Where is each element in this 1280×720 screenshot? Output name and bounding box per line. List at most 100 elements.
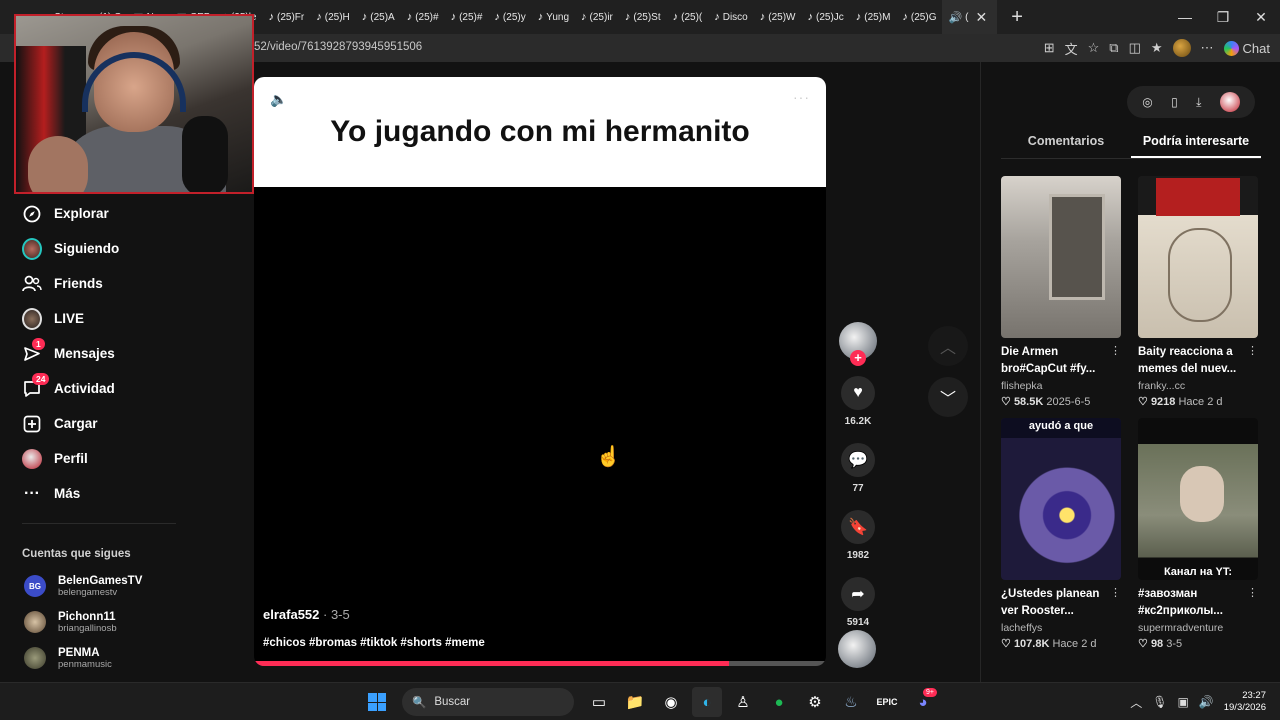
split-screen-icon[interactable]: ◫ (1129, 40, 1141, 56)
sidebar-item-actividad[interactable]: 24 Actividad (0, 371, 200, 406)
browser-tab[interactable]: ♪ (25)H (310, 0, 356, 34)
browser-tab[interactable]: ♪ (25)M (850, 0, 897, 34)
taskbar-search[interactable]: 🔍 Buscar (402, 688, 574, 716)
card-more-icon[interactable]: ⋮ (1110, 586, 1121, 620)
browser-tab[interactable]: ♪ (25)# (401, 0, 445, 34)
copilot-chat-button[interactable]: Chat (1223, 40, 1270, 56)
card-author[interactable]: lacheffys (1001, 622, 1121, 634)
sidebar-item-mensajes[interactable]: 1 Mensajes (0, 336, 200, 371)
chevron-up-icon[interactable]: ︿ (1130, 694, 1142, 711)
clock[interactable]: 23:27 19/3/2026 (1224, 690, 1266, 714)
comment-icon[interactable]: 💬 (841, 443, 875, 477)
video-hashtags[interactable]: #chicos #bromas #tiktok #shorts #meme (263, 637, 485, 649)
browser-tab[interactable]: ♪ (25)y (488, 0, 531, 34)
following-account-pichonn11[interactable]: Pichonn11 briangallinosb (0, 604, 200, 640)
video-thumbnail[interactable] (1001, 176, 1121, 338)
browser-tab[interactable]: ♪ (25)Jc (801, 0, 849, 34)
video-card[interactable]: Baity reacciona a memes del nuev... ⋮ fr… (1138, 176, 1258, 408)
follow-plus-icon[interactable]: + (850, 350, 866, 366)
following-account-penma[interactable]: PENMA penmamusic (0, 640, 200, 676)
browser-tab[interactable]: ♪ (25)St (619, 0, 667, 34)
video-player[interactable]: 🔈 Yo jugando con mi hermanito ··· elrafa… (254, 77, 826, 666)
next-video-button[interactable]: ﹀ (928, 377, 968, 417)
windows-start-icon[interactable] (362, 687, 392, 717)
card-more-icon[interactable]: ⋮ (1110, 344, 1121, 378)
video-thumbnail[interactable]: ayudó a que (1001, 418, 1121, 580)
active-tab[interactable]: 🔊 ( ✕ (942, 0, 998, 34)
video-thumbnail[interactable]: Канал на YT: (1138, 418, 1258, 580)
download-icon[interactable]: ⤓ (1196, 95, 1201, 110)
video-thumbnail[interactable] (1138, 176, 1258, 338)
video-card[interactable]: ayudó a que ¿Ustedes planean ver Rooster… (1001, 418, 1121, 650)
card-author[interactable]: flishepka (1001, 380, 1121, 392)
close-tab-icon[interactable]: ✕ (972, 9, 992, 26)
previous-video-button[interactable]: ︿ (928, 326, 968, 366)
settings-gear-icon[interactable]: ⚙ (800, 687, 830, 717)
favorite-star-icon[interactable]: ☆ (1088, 40, 1100, 56)
task-view-icon[interactable]: ▭ (584, 687, 614, 717)
app-available-icon[interactable]: ⊞ (1044, 40, 1055, 56)
browser-tab[interactable]: ♪ Disco (708, 0, 754, 34)
browser-tab[interactable]: ♪ (25)W (754, 0, 802, 34)
browser-tab[interactable]: ♪ (25)# (445, 0, 489, 34)
browser-tab[interactable]: ♪ (25)A (356, 0, 401, 34)
video-options-icon[interactable]: ··· (793, 89, 810, 105)
network-icon[interactable]: ▣ (1177, 695, 1188, 709)
video-card[interactable]: Канал на YT: #завозман #кс2приколы... ⋮ … (1138, 418, 1258, 650)
sound-avatar[interactable] (838, 630, 876, 668)
volume-icon[interactable]: 🔊 (1199, 695, 1214, 709)
tab-podria-interesarte[interactable]: Podría interesarte (1131, 134, 1261, 158)
edge-icon[interactable]: ◐ (692, 687, 722, 717)
video-author[interactable]: elrafa552 · 3-5 (263, 607, 350, 622)
volume-icon[interactable]: 🔈 (270, 91, 287, 108)
video-progress-bar[interactable] (254, 661, 826, 666)
comment-action[interactable]: 💬 77 (838, 443, 878, 494)
creator-avatar[interactable]: + (839, 322, 877, 366)
browser-app-icon[interactable]: ◉ (656, 687, 686, 717)
sidebar-item-friends[interactable]: Friends (0, 266, 200, 301)
like-action[interactable]: ♥ 16.2K (838, 376, 878, 427)
browser-tab[interactable]: ♪ Yung (532, 0, 575, 34)
video-card[interactable]: Die Armen bro#CapCut #fy... ⋮ flishepka … (1001, 176, 1121, 408)
explore-icon[interactable]: ◎ (1142, 95, 1152, 109)
browser-tab[interactable]: ♪ (25)ir (575, 0, 619, 34)
sidebar-item-cargar[interactable]: Cargar (0, 406, 200, 441)
file-explorer-icon[interactable]: 📁 (620, 687, 650, 717)
spotify-icon[interactable]: ● (764, 687, 794, 717)
tab-comentarios[interactable]: Comentarios (1001, 134, 1131, 158)
minimize-button[interactable]: — (1166, 0, 1204, 34)
extensions-icon[interactable]: ⧉ (1109, 40, 1118, 56)
sidebar-item-mas[interactable]: ··· Más (0, 476, 200, 511)
card-more-icon[interactable]: ⋮ (1247, 586, 1258, 620)
epic-games-icon[interactable]: EPIC (872, 687, 902, 717)
sidebar-item-live[interactable]: LIVE (0, 301, 200, 336)
maximize-button[interactable]: ❐ (1204, 0, 1242, 34)
following-account-belengamestv[interactable]: BG BelenGamesTV belengamestv (0, 568, 200, 604)
card-author[interactable]: supermradventure (1138, 622, 1258, 634)
sidebar-item-perfil[interactable]: Perfil (0, 441, 200, 476)
browser-tab[interactable]: ♪ (25)( (667, 0, 709, 34)
card-author[interactable]: franky...cc (1138, 380, 1258, 392)
profile-avatar-icon[interactable] (1172, 39, 1191, 57)
user-avatar[interactable] (1219, 92, 1240, 112)
heart-icon[interactable]: ♥ (841, 376, 875, 410)
bookmark-icon[interactable]: 🔖 (841, 510, 875, 544)
sidebar-item-explorar[interactable]: Explorar (0, 196, 200, 231)
share-action[interactable]: ➦ 5914 (838, 577, 878, 628)
settings-more-icon[interactable]: ⋯ (1201, 40, 1214, 56)
discord-icon[interactable]: ◕ 9+ (908, 687, 938, 717)
sidebar-item-siguiendo[interactable]: Siguiendo (0, 231, 200, 266)
share-icon[interactable]: ➦ (841, 577, 875, 611)
card-more-icon[interactable]: ⋮ (1247, 344, 1258, 378)
new-tab-button[interactable]: + (1011, 6, 1023, 29)
url-field[interactable]: 52/video/7613928793945951506 (254, 41, 422, 53)
save-action[interactable]: 🔖 1982 (838, 510, 878, 561)
device-icon[interactable]: ▯ (1171, 95, 1178, 109)
steam-icon[interactable]: ♨ (836, 687, 866, 717)
microphone-icon[interactable]: 🎙 (1152, 695, 1167, 709)
browser-tab[interactable]: ♪ (25)G (896, 0, 942, 34)
close-window-button[interactable]: ✕ (1242, 0, 1280, 34)
app-icon[interactable]: ♙ (728, 687, 758, 717)
speaker-icon[interactable]: 🔊 (948, 11, 962, 24)
browser-tab[interactable]: ♪ (25)Fr (263, 0, 311, 34)
